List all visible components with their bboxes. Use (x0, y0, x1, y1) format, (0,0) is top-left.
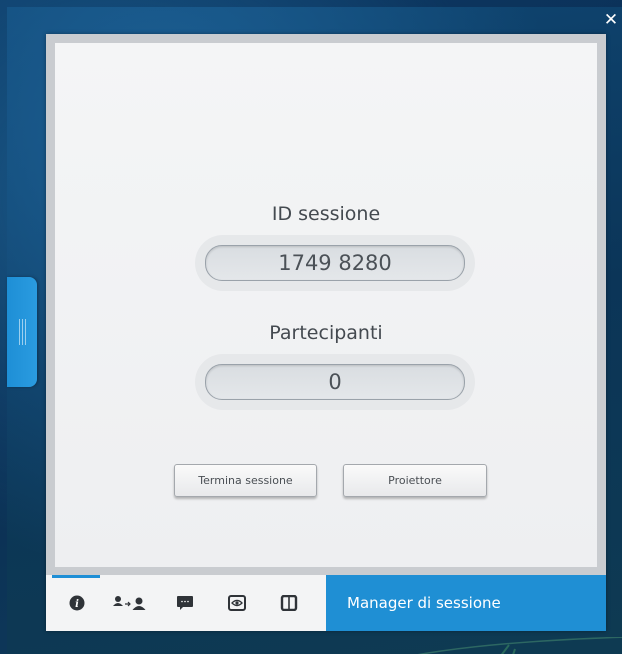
bottom-tab-bar: i Manager di sessione (46, 575, 606, 631)
active-tab-indicator (52, 575, 100, 578)
participants-label: Partecipanti (269, 322, 383, 344)
session-id-field: 1749 8280 (205, 245, 465, 281)
info-icon[interactable]: i (66, 595, 88, 611)
chat-icon[interactable] (174, 595, 196, 611)
pause-icon[interactable] (278, 595, 300, 611)
session-id-label: ID sessione (271, 203, 381, 225)
participants-well: 0 (195, 354, 475, 410)
grip-icon (19, 319, 27, 345)
session-manager-tab[interactable]: Manager di sessione (326, 575, 606, 631)
participants-field: 0 (205, 364, 465, 400)
end-session-button[interactable]: Termina sessione (174, 464, 317, 497)
participants-icon[interactable] (112, 595, 148, 611)
side-panel-handle[interactable] (7, 277, 37, 387)
close-icon[interactable]: ✕ (603, 12, 619, 29)
eye-icon[interactable] (226, 595, 248, 611)
wallpaper-decoration (417, 637, 622, 654)
session-id-well: 1749 8280 (195, 235, 475, 291)
svg-text:i: i (75, 599, 79, 610)
projector-button[interactable]: Proiettore (343, 464, 487, 497)
session-manager-panel: ID sessione 1749 8280 Partecipanti 0 Ter… (46, 34, 606, 631)
session-info-content: ID sessione 1749 8280 Partecipanti 0 Ter… (55, 43, 597, 567)
